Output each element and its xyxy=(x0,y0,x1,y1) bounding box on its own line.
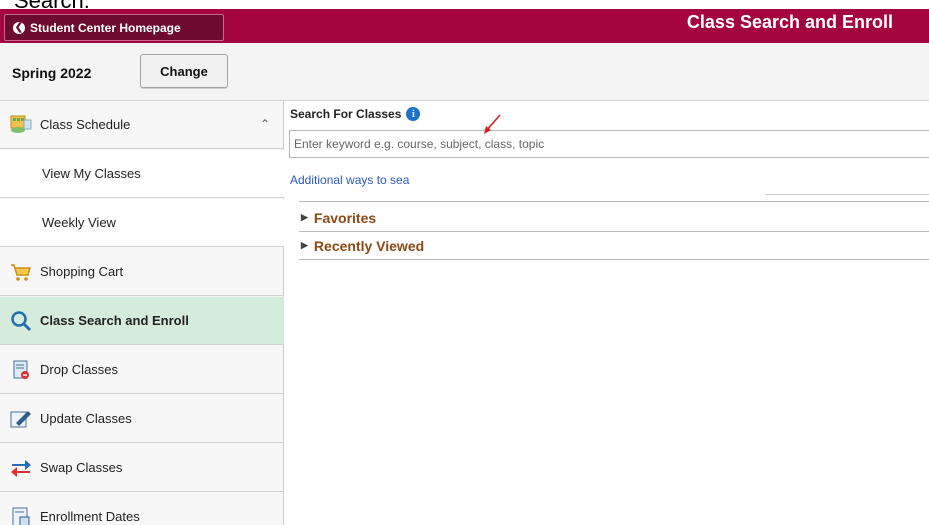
sidebar-item-label: Class Search and Enroll xyxy=(40,313,189,328)
info-icon[interactable]: i xyxy=(406,107,421,121)
sidebar-item-view-my-classes[interactable]: View My Classes xyxy=(0,150,284,198)
term-bar: Spring 2022 Change xyxy=(0,43,929,101)
app-header: ❮ Student Center Homepage Class Search a… xyxy=(0,9,929,43)
sidebar-item-label: Enrollment Dates xyxy=(40,509,140,524)
page: Search: ❮ Student Center Homepage Class … xyxy=(0,0,929,525)
sidebar-item-class-schedule[interactable]: Class Schedule ⌃ xyxy=(0,101,284,149)
enrollment-dates-icon xyxy=(10,506,32,525)
sidebar-item-drop-classes[interactable]: Drop Classes xyxy=(0,346,284,394)
divider xyxy=(299,201,929,202)
sidebar-item-weekly-view[interactable]: Weekly View xyxy=(0,199,284,247)
caret-right-icon: ▶ xyxy=(301,212,308,222)
sidebar-nav: Class Schedule ⌃ View My Classes Weekly … xyxy=(0,101,284,525)
red-annotation-arrow-icon xyxy=(484,114,501,134)
sidebar-item-label: View My Classes xyxy=(42,166,141,181)
favorites-section-toggle[interactable]: ▶ Favorites xyxy=(299,204,929,232)
chevron-up-icon[interactable]: ⌃ xyxy=(260,117,270,131)
autocomplete-dropdown xyxy=(432,158,765,202)
section-label: Recently Viewed xyxy=(313,237,425,254)
term-label: Spring 2022 xyxy=(12,65,92,81)
class-search-input[interactable] xyxy=(289,130,929,158)
change-term-button[interactable]: Change xyxy=(140,54,228,88)
sidebar-item-label: Shopping Cart xyxy=(40,264,124,279)
update-classes-icon xyxy=(10,408,32,430)
student-center-homepage-button[interactable]: ❮ Student Center Homepage xyxy=(4,14,224,41)
search-for-classes-label: Search For Classes i xyxy=(290,107,421,121)
class-schedule-icon xyxy=(10,114,32,136)
home-button-label: Student Center Homepage xyxy=(30,20,181,35)
page-title: Class Search and Enroll xyxy=(686,12,893,32)
drop-classes-icon xyxy=(10,359,32,381)
magnifier-icon xyxy=(10,310,32,332)
main-content: Search For Classes i Additional ways to … xyxy=(285,101,929,525)
sidebar-item-class-search-and-enroll[interactable]: Class Search and Enroll xyxy=(0,297,284,345)
swap-arrows-icon xyxy=(10,457,32,479)
shopping-cart-icon xyxy=(10,261,32,283)
sidebar-item-enrollment-dates[interactable]: Enrollment Dates xyxy=(0,493,284,525)
chevron-left-icon: ❮ xyxy=(13,21,25,34)
sidebar-item-label: Swap Classes xyxy=(40,460,123,475)
sidebar-item-swap-classes[interactable]: Swap Classes xyxy=(0,444,284,492)
search-label-text: Search For Classes xyxy=(290,107,402,121)
sidebar-item-label: Class Schedule xyxy=(40,117,131,132)
sidebar-item-update-classes[interactable]: Update Classes xyxy=(0,395,284,443)
sidebar-item-shopping-cart[interactable]: Shopping Cart xyxy=(0,248,284,296)
additional-ways-to-search-link[interactable]: Additional ways to sea xyxy=(290,173,409,187)
divider xyxy=(765,194,929,195)
sidebar-item-label: Update Classes xyxy=(40,411,132,426)
sidebar-item-label: Weekly View xyxy=(42,215,116,230)
recently-viewed-section-toggle[interactable]: ▶ Recently Viewed xyxy=(299,232,929,260)
sidebar-item-label: Drop Classes xyxy=(40,362,119,377)
section-label: Favorites xyxy=(313,209,377,226)
caret-right-icon: ▶ xyxy=(301,240,308,250)
